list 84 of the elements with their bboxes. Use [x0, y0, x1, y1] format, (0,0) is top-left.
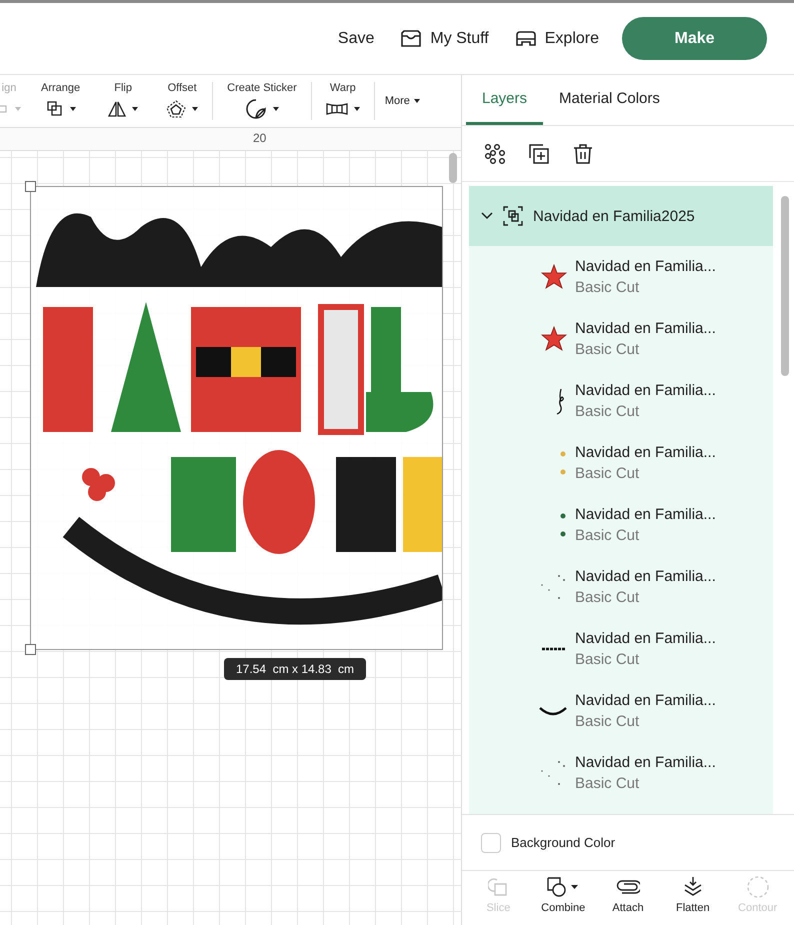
layer-operation: Basic Cut — [575, 527, 640, 544]
layer-item[interactable]: Navidad en Familia... Basic Cut — [469, 246, 773, 308]
layer-operation: Basic Cut — [575, 713, 640, 730]
text-thumbnail-icon — [541, 646, 567, 652]
toolbar-tool[interactable]: Warp — [312, 82, 375, 120]
layer-name: Navidad en Familia... — [575, 382, 716, 399]
chevron-icon[interactable] — [481, 212, 493, 220]
panel-tab[interactable]: Material Colors — [543, 75, 676, 125]
layer-item[interactable]: Navidad en Familia... Basic Cut — [469, 494, 773, 556]
toolbar-tool[interactable]: Offset — [152, 82, 214, 120]
layer-item[interactable]: Navidad en Familia... Basic Cut — [469, 370, 773, 432]
toolbar-tool[interactable]: Create Sticker — [213, 82, 312, 120]
layer-name: Navidad en Familia... — [575, 568, 716, 585]
layer-name: Navidad en Familia... — [575, 320, 716, 337]
layer-name: Navidad en Familia... — [575, 692, 716, 709]
dots-thumbnail-icon — [539, 573, 567, 601]
layer-name: Navidad en Familia... — [575, 444, 716, 461]
action-button[interactable]: Attach — [596, 871, 660, 925]
layer-item[interactable]: Navidad en Familia... Basic Cut — [469, 680, 773, 742]
paperclip-icon — [616, 880, 640, 894]
checkbox[interactable] — [481, 832, 501, 852]
arrange-icon — [46, 101, 64, 117]
explore-icon — [514, 30, 537, 46]
caret-icon — [15, 107, 21, 111]
layer-item[interactable]: Navidad en Familia... Basic Cut — [469, 742, 773, 804]
layer-operation: Basic Cut — [575, 465, 640, 482]
layer-item[interactable]: Navidad en Familia... Basic Cut — [469, 556, 773, 618]
make-button[interactable]: Make — [622, 17, 767, 60]
group-icon — [503, 206, 523, 226]
layer-operation: Basic Cut — [575, 775, 640, 792]
nav-link[interactable]: Save — [338, 30, 374, 48]
action-button[interactable]: Flatten — [660, 871, 726, 925]
size-tooltip: 17.54 cm x 14.83 cm — [224, 658, 366, 680]
flip-icon — [108, 101, 126, 117]
layer-name: Navidad en Familia... — [575, 630, 716, 647]
toolbar-tool[interactable]: Flip — [94, 82, 152, 120]
resize-handle[interactable] — [25, 181, 36, 192]
layer-item[interactable]: Navidad en Familia... Basic Cut — [469, 618, 773, 680]
checkbox-label: Background Color — [511, 835, 616, 850]
layer-item[interactable]: Navidad en Familia... Basic Cut — [469, 432, 773, 494]
sticker-icon — [244, 98, 267, 120]
caret-icon — [272, 107, 279, 111]
layer-operation: Basic Cut — [575, 279, 640, 296]
layer-item[interactable]: Navidad en Familia... Basic Cut — [469, 308, 773, 370]
more-menu-button[interactable]: More — [374, 95, 430, 107]
ruler-mark: 20 — [253, 131, 266, 145]
caret-icon — [132, 107, 138, 111]
layer-operation: Basic Cut — [575, 589, 640, 606]
layer-operation: Basic Cut — [575, 341, 640, 358]
trash-icon[interactable] — [572, 142, 594, 164]
caret-icon — [70, 107, 76, 111]
toolbar-tool[interactable]: Arrange — [27, 82, 94, 120]
star-thumbnail-icon — [541, 326, 567, 352]
slice-icon — [488, 877, 508, 897]
arc-thumbnail-icon — [539, 706, 567, 716]
caret-icon — [354, 107, 360, 111]
dots-thumbnail-icon — [539, 759, 567, 787]
layer-group[interactable]: Navidad en Familia2025 — [469, 186, 773, 246]
star-thumbnail-icon — [541, 264, 567, 290]
caret-icon — [192, 107, 198, 111]
dots-thumbnail-icon — [559, 512, 567, 538]
action-button[interactable]: Combine — [530, 871, 596, 925]
layer-name: Navidad en Familia... — [575, 506, 716, 523]
ungroup-icon[interactable] — [484, 142, 506, 164]
nav-link[interactable]: My Stuff — [400, 30, 489, 48]
layer-name: Navidad en Familia... — [575, 754, 716, 771]
dashed-circle-icon — [746, 875, 770, 899]
resize-handle[interactable] — [25, 644, 36, 655]
panel-tab[interactable]: Layers — [466, 75, 544, 125]
align-icon — [0, 103, 9, 115]
warp-icon — [326, 102, 348, 116]
scrollbar[interactable] — [781, 196, 789, 376]
swirl-thumbnail-icon — [555, 387, 567, 415]
group-name: Navidad en Familia2025 — [533, 208, 695, 224]
layer-name: Navidad en Familia... — [575, 258, 716, 275]
scrollbar[interactable] — [449, 153, 457, 183]
layer-operation: Basic Cut — [575, 651, 640, 668]
duplicate-icon[interactable] — [528, 142, 550, 164]
offset-icon — [166, 100, 186, 118]
nav-link[interactable]: Explore — [514, 30, 599, 48]
dots-thumbnail-icon — [559, 450, 567, 476]
inbox-icon — [400, 30, 422, 48]
layer-operation: Basic Cut — [575, 403, 640, 420]
combine-icon — [547, 877, 580, 897]
